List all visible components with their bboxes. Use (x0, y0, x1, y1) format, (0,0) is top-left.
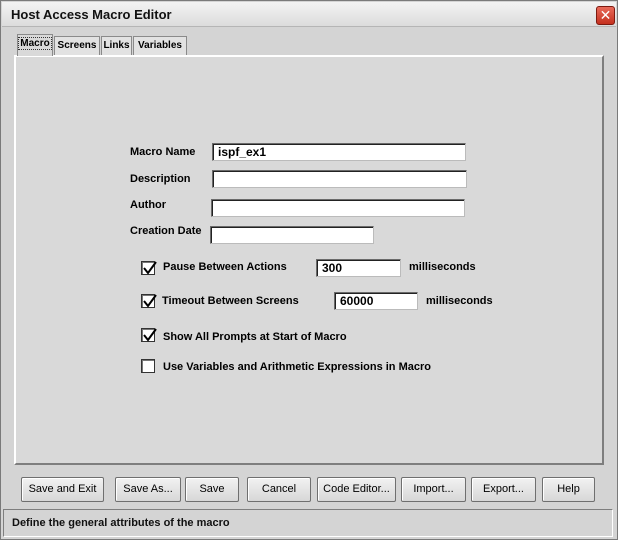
cancel-button[interactable]: Cancel (247, 477, 311, 502)
tab-macro[interactable]: Macro (17, 34, 53, 56)
title-bar: Host Access Macro Editor ✕ (2, 2, 616, 27)
tab-variables[interactable]: Variables (133, 36, 187, 55)
save-and-exit-button[interactable]: Save and Exit (21, 477, 104, 502)
checkmark-icon (143, 294, 157, 308)
window-title: Host Access Macro Editor (11, 7, 172, 22)
status-bar: Define the general attributes of the mac… (3, 509, 613, 537)
pause-checkbox[interactable] (141, 261, 157, 275)
macro-editor-window: Host Access Macro Editor ✕ Macro Screens… (0, 0, 618, 540)
checkmark-icon (143, 328, 157, 342)
pause-unit-label: milliseconds (409, 261, 476, 273)
macro-tab-panel (14, 55, 604, 465)
creation-date-label: Creation Date (130, 225, 202, 237)
export-button[interactable]: Export... (471, 477, 536, 502)
show-prompts-label: Show All Prompts at Start of Macro (163, 331, 347, 343)
timeout-label: Timeout Between Screens (162, 295, 299, 307)
tab-screens-label: Screens (57, 40, 97, 51)
tab-screens[interactable]: Screens (54, 36, 100, 55)
close-icon: ✕ (599, 7, 612, 23)
creation-date-input[interactable] (210, 226, 374, 244)
close-button[interactable]: ✕ (596, 6, 615, 25)
macro-name-label: Macro Name (130, 146, 196, 158)
show-prompts-checkbox[interactable] (141, 328, 157, 342)
timeout-checkbox[interactable] (141, 294, 157, 308)
pause-ms-input[interactable]: 300 (316, 259, 401, 277)
code-editor-button[interactable]: Code Editor... (317, 477, 396, 502)
tab-links[interactable]: Links (101, 36, 132, 55)
author-input[interactable] (211, 199, 465, 217)
timeout-ms-input[interactable]: 60000 (334, 292, 418, 310)
pause-label: Pause Between Actions (163, 261, 287, 273)
checkmark-icon (143, 261, 157, 275)
timeout-unit-label: milliseconds (426, 295, 493, 307)
author-label: Author (130, 199, 167, 211)
save-as-button[interactable]: Save As... (115, 477, 181, 502)
macro-name-input[interactable]: ispf_ex1 (212, 143, 466, 161)
tab-macro-label: Macro (18, 37, 52, 50)
help-button[interactable]: Help (542, 477, 595, 502)
status-text: Define the general attributes of the mac… (12, 517, 230, 529)
tab-variables-label: Variables (138, 40, 182, 51)
use-variables-checkbox[interactable] (141, 359, 155, 373)
import-button[interactable]: Import... (401, 477, 466, 502)
description-input[interactable] (212, 170, 467, 188)
tab-links-label: Links (103, 40, 130, 51)
save-button[interactable]: Save (185, 477, 239, 502)
use-variables-label: Use Variables and Arithmetic Expressions… (163, 361, 431, 373)
description-label: Description (130, 173, 191, 185)
